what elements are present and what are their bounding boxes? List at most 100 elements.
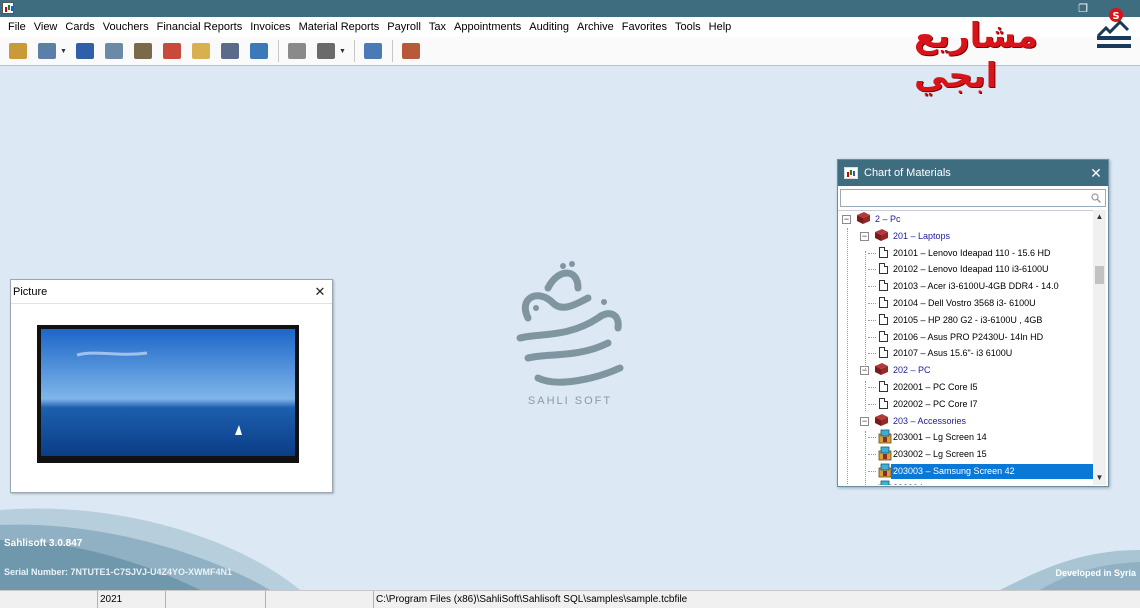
status-cell-empty — [0, 591, 98, 608]
tree-node-label: 203004 – — [891, 481, 933, 485]
scroll-down-icon[interactable]: ▼ — [1093, 471, 1106, 485]
menu-invoices[interactable]: Invoices — [246, 17, 294, 37]
menu-cards[interactable]: Cards — [61, 17, 98, 37]
tree-item-node[interactable]: 20104 – Dell Vostro 3568 i3- 6100U — [838, 295, 1093, 312]
menu-tax[interactable]: Tax — [425, 17, 450, 37]
status-cell-empty-3 — [266, 591, 374, 608]
tree-item-node[interactable]: 203004 – — [838, 480, 1093, 485]
tree-connector — [868, 471, 876, 472]
tree-connector — [868, 286, 876, 288]
tree-scrollbar[interactable]: ▲ ▼ — [1093, 210, 1106, 485]
save-button[interactable] — [73, 40, 97, 62]
frame-button[interactable] — [102, 40, 126, 62]
tree-connector — [865, 431, 866, 485]
app-icon[interactable] — [2, 2, 14, 14]
dropdown-arrow-icon[interactable]: ▼ — [60, 48, 67, 55]
status-bar: 2021 C:\Program Files (x86)\SahliSoft\Sa… — [0, 590, 1140, 608]
menu-financial-reports[interactable]: Financial Reports — [153, 17, 247, 37]
frame-icon — [104, 43, 123, 59]
menu-file[interactable]: File — [4, 17, 30, 37]
save-icon — [75, 43, 94, 59]
tree-item-node[interactable]: 202001 – PC Core I5 — [838, 379, 1093, 396]
chart-panel-icon — [844, 167, 858, 179]
menu-tools[interactable]: Tools — [671, 17, 705, 37]
document-icon — [879, 381, 888, 392]
document-icon — [879, 280, 888, 292]
sahli-soft-calligraphy-logo — [516, 261, 624, 386]
picture-close-icon[interactable]: ✕ — [313, 284, 327, 300]
tree-node-label: 202 – PC — [893, 365, 931, 376]
tree-node-label: 203003 – Samsung Screen 42 — [891, 464, 1093, 479]
page-setup-icon — [287, 43, 306, 59]
material-item-icon — [878, 429, 892, 444]
book-icon — [875, 413, 888, 426]
tree-item-node[interactable]: 203001 – Lg Screen 14 — [838, 429, 1093, 446]
material-item-icon — [878, 463, 892, 478]
book-icon — [857, 212, 870, 224]
boxes-icon — [162, 43, 181, 59]
menu-view[interactable]: View — [30, 17, 62, 37]
menu-material-reports[interactable]: Material Reports — [295, 17, 384, 37]
tree-item-node[interactable]: 20105 – HP 280 G2 - i3-6100U , 4GB — [838, 312, 1093, 329]
scroll-thumb[interactable] — [1095, 266, 1104, 284]
collapse-toggle-icon[interactable]: − — [860, 416, 869, 426]
tree-group-node[interactable]: −202 – PC — [838, 362, 1093, 379]
tree-item-node[interactable]: 203002 – Lg Screen 15 — [838, 446, 1093, 463]
envelope-button[interactable] — [189, 40, 213, 62]
tree-item-node[interactable]: 20107 – Asus 15.6"- i3 6100U — [838, 345, 1093, 362]
document-icon — [879, 297, 888, 308]
tree-connector — [868, 454, 876, 456]
menu-auditing[interactable]: Auditing — [525, 17, 573, 37]
menu-archive[interactable]: Archive — [573, 17, 618, 37]
status-cell-empty-2 — [166, 591, 266, 608]
calculator-icon — [363, 43, 382, 59]
tree-node-label: 20107 – Asus 15.6"- i3 6100U — [893, 348, 1013, 359]
calculator-button[interactable] — [361, 40, 385, 62]
version-label: Sahlisoft 3.0.847 — [4, 538, 83, 549]
tree-node-label: 20101 – Lenovo Ideapad 110 - 15.6 HD — [893, 247, 1051, 258]
page-setup-button[interactable] — [285, 40, 309, 62]
brand-mark-icon: S — [1096, 8, 1131, 48]
tree-item-node[interactable]: 20106 – Asus PRO P2430U- 14In HD — [838, 329, 1093, 346]
tree-group-node[interactable]: − 203 – Accessories — [838, 413, 1093, 430]
tree-connector — [868, 437, 876, 439]
scroll-up-icon[interactable]: ▲ — [1093, 210, 1106, 224]
menu-appointments[interactable]: Appointments — [450, 17, 525, 37]
chart-of-materials-panel: Chart of Materials ✕ −2 – Pc −201 – Lapto… — [837, 159, 1109, 487]
menu-vouchers[interactable]: Vouchers — [99, 17, 153, 37]
tree-node-label: 202002 – PC Core I7 — [893, 398, 978, 409]
tree-connector — [868, 387, 876, 388]
dropdown-arrow-icon[interactable]: ▼ — [339, 48, 346, 55]
tree-connector — [868, 319, 876, 321]
collapse-toggle-icon[interactable]: − — [860, 231, 869, 241]
brand-logo-text: مشاريع ابجي — [914, 16, 1039, 96]
printer-button[interactable] — [218, 40, 242, 62]
users-button[interactable] — [131, 40, 155, 62]
menu-favorites[interactable]: Favorites — [618, 17, 671, 37]
tree-group-node[interactable]: − 2 – Pc — [838, 211, 1093, 228]
product-image — [37, 325, 299, 467]
book-button[interactable] — [6, 40, 30, 62]
book-icon — [9, 43, 27, 59]
exit-button[interactable] — [399, 40, 423, 62]
package-button[interactable] — [247, 40, 271, 62]
material-item-icon — [878, 446, 892, 461]
tree-group-node[interactable]: − 201 – Laptops — [838, 228, 1093, 245]
printer-icon — [220, 43, 239, 59]
print-preview-button[interactable] — [314, 40, 338, 62]
tree-item-node[interactable]: 20102 – Lenovo Ideapad 110 i3-6100U — [838, 261, 1093, 278]
menu-payroll[interactable]: Payroll — [383, 17, 425, 37]
chart-close-icon[interactable]: ✕ — [1084, 165, 1108, 182]
copy-button[interactable] — [35, 40, 59, 62]
tree-item-node[interactable]: 20103 – Acer i3-6100U-4GB DDR4 - 14.0 — [838, 278, 1093, 295]
menu-help[interactable]: Help — [705, 17, 736, 37]
tree-item-node[interactable]: 20101 – Lenovo Ideapad 110 - 15.6 HD — [838, 245, 1093, 262]
developed-in-label: Developed in Syria — [1055, 568, 1136, 578]
tree-node-label: 201 – Laptops — [893, 230, 951, 241]
tree-item-node[interactable]: 203003 – Samsung Screen 42 — [838, 463, 1093, 480]
tree-node-label: 203002 – Lg Screen 15 — [893, 449, 987, 460]
boxes-button[interactable] — [160, 40, 184, 62]
materials-search-input[interactable] — [840, 189, 1106, 207]
collapse-toggle-icon[interactable]: − — [842, 215, 851, 224]
tree-item-node[interactable]: 202002 – PC Core I7 — [838, 396, 1093, 413]
